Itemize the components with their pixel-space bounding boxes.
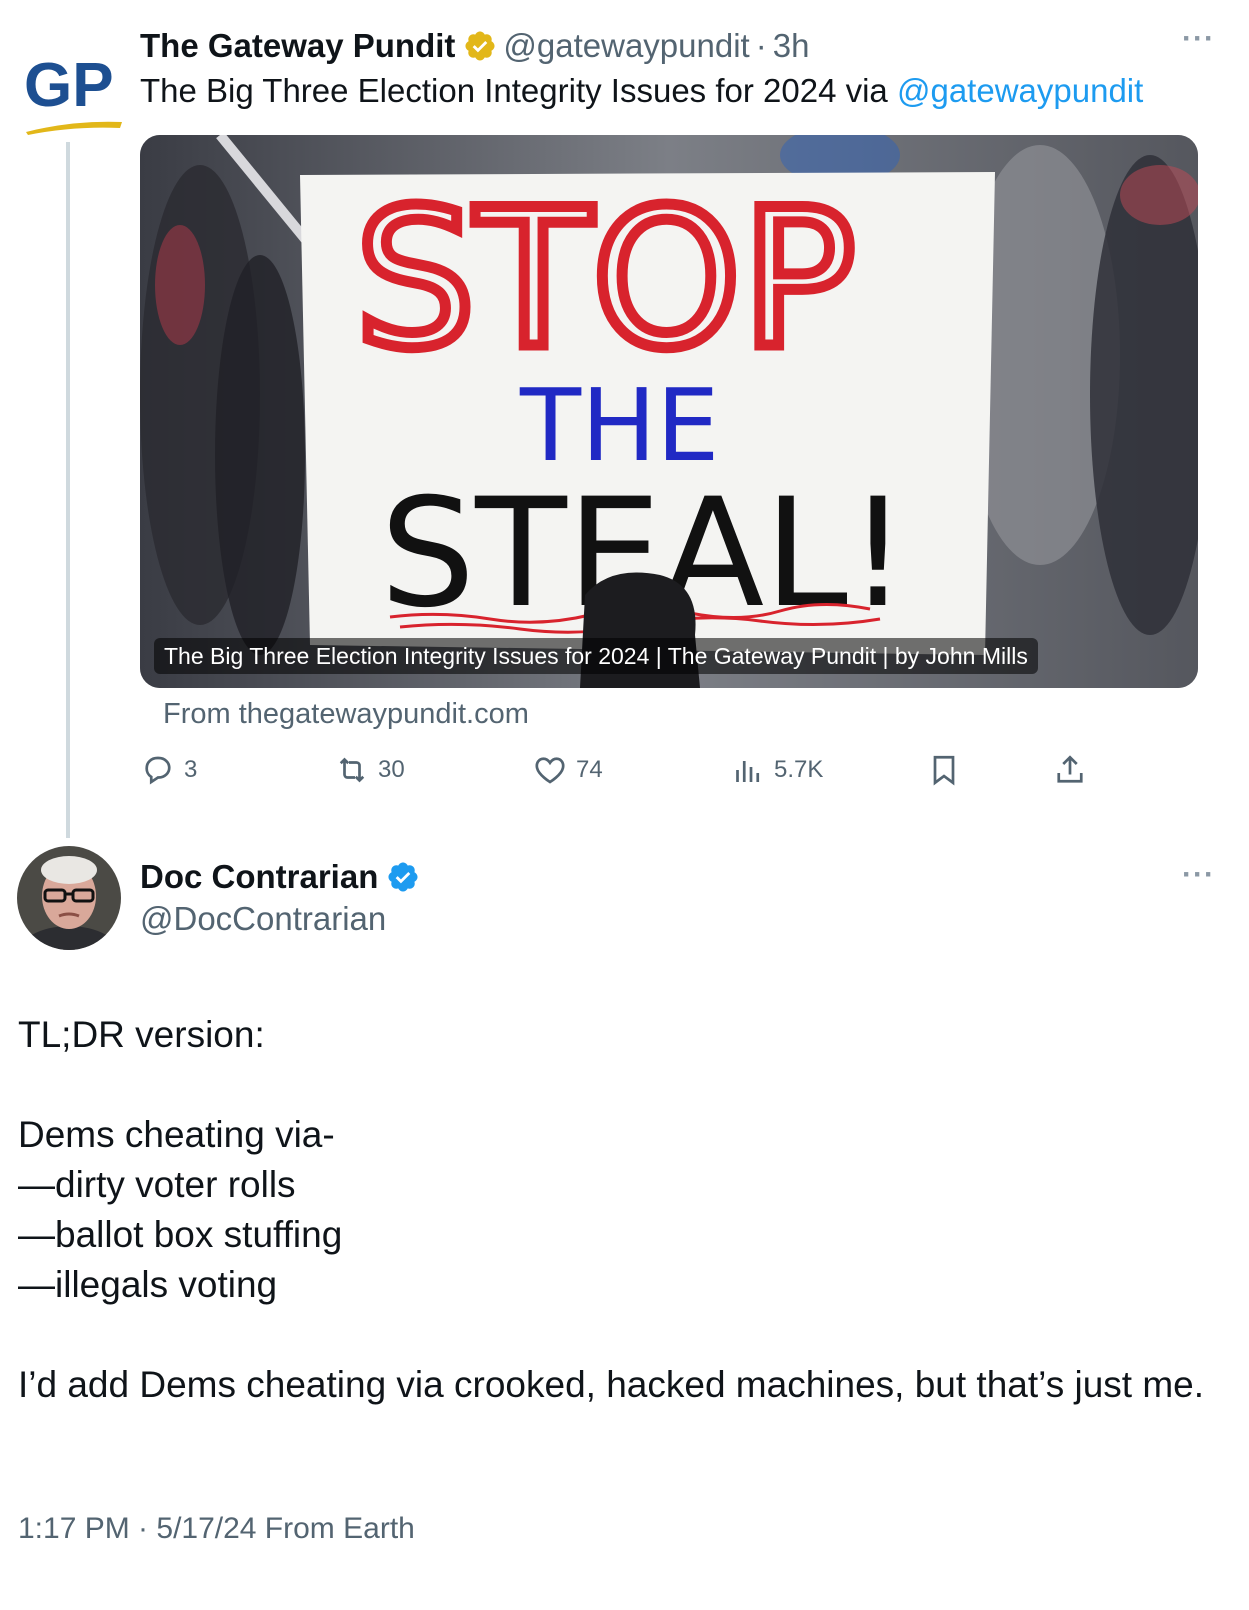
reply-icon	[145, 756, 171, 785]
more-options-icon[interactable]: ···	[1182, 22, 1215, 56]
like-count: 74	[576, 756, 603, 783]
tweet-intro: TL;DR version:	[18, 1014, 265, 1055]
author-handle[interactable]: @DocContrarian	[140, 900, 386, 938]
repost-icon	[339, 757, 365, 783]
reply-count: 3	[184, 756, 198, 783]
gateway-pundit-avatar[interactable]: GP	[18, 40, 124, 140]
bookmark-icon	[933, 755, 955, 786]
card-caption: The Big Three Election Integrity Issues …	[154, 638, 1038, 674]
gold-check-badge-icon	[465, 31, 495, 61]
link-preview-card[interactable]: STOP THE STEAL! The Big Three Election I…	[140, 135, 1198, 688]
blue-check-badge-icon	[388, 862, 418, 892]
author-name[interactable]: Doc Contrarian	[140, 858, 378, 896]
heart-icon	[535, 757, 565, 784]
main-tweet-text: TL;DR version: Dems cheating via- —dirty…	[18, 1010, 1208, 1410]
share-icon	[1057, 755, 1083, 783]
profile-photo	[17, 846, 121, 950]
tweet-meta-timestamp[interactable]: 1:17 PM · 5/17/24 From Earth	[18, 1512, 415, 1546]
list-item: —illegals voting	[18, 1264, 278, 1305]
sign-word-stop: STOP	[355, 169, 856, 390]
tweet-timestamp[interactable]: 3h	[773, 27, 810, 65]
views-icon	[736, 761, 760, 782]
list-item: —ballot box stuffing	[18, 1214, 343, 1255]
like-button[interactable]: 74	[532, 752, 603, 788]
thread-connector-line	[66, 142, 70, 838]
quoted-tweet-text: The Big Three Election Integrity Issues …	[140, 72, 1143, 110]
reply-button[interactable]: 3	[140, 752, 197, 788]
tweet-closing: I’d add Dems cheating via crooked, hacke…	[18, 1364, 1205, 1405]
repost-button[interactable]: 30	[334, 752, 405, 788]
author-name[interactable]: The Gateway Pundit	[140, 27, 455, 65]
main-tweet-author-row: Doc Contrarian	[140, 858, 420, 896]
card-image: STOP THE STEAL!	[140, 135, 1198, 688]
author-handle[interactable]: @gatewaypundit	[503, 27, 749, 65]
share-button[interactable]	[1052, 752, 1096, 788]
more-options-icon[interactable]: ···	[1182, 858, 1215, 892]
gp-logo-icon: GP	[24, 51, 122, 135]
quoted-tweet-header: The Gateway Pundit @gatewaypundit · 3h	[140, 26, 809, 66]
views-button[interactable]: 5.7K	[730, 752, 823, 788]
list-item: —dirty voter rolls	[18, 1164, 296, 1205]
separator-dot: ·	[755, 27, 767, 64]
mention-link[interactable]: @gatewaypundit	[897, 72, 1143, 109]
card-source-domain[interactable]: From thegatewaypundit.com	[163, 698, 529, 731]
tweet-lead: Dems cheating via-	[18, 1114, 335, 1155]
gp-logo-text: GP	[24, 51, 114, 120]
bookmark-button[interactable]	[926, 752, 970, 788]
view-count: 5.7K	[774, 756, 824, 783]
tweet-text-lead: The Big Three Election Integrity Issues …	[140, 72, 897, 109]
doc-contrarian-avatar[interactable]	[17, 846, 121, 950]
repost-count: 30	[378, 756, 405, 783]
